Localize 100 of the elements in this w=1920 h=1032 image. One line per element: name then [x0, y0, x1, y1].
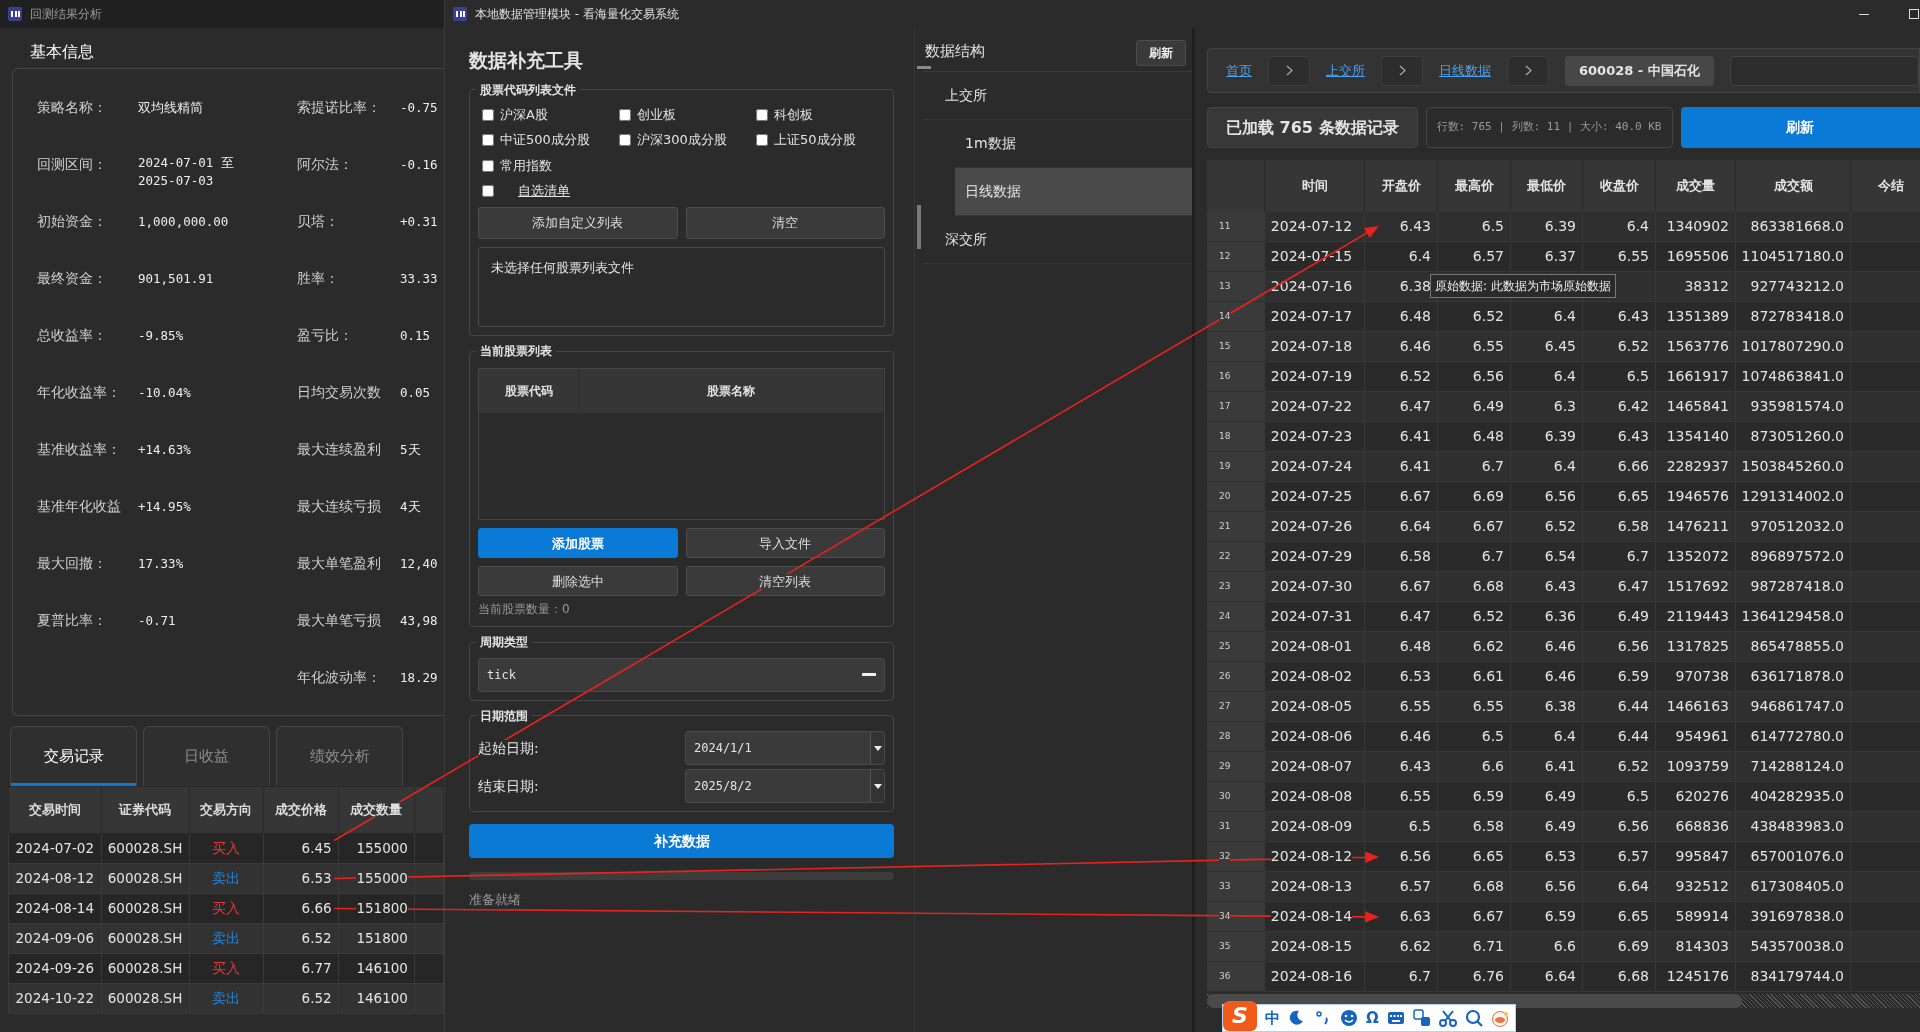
breadcrumb-link[interactable]: 上交所 [1326, 60, 1365, 81]
refresh-button[interactable]: 刷新 [1136, 40, 1186, 66]
button[interactable]: 清空列表 [685, 566, 885, 597]
table-cell: 6.64 [1365, 512, 1438, 542]
translate-icon[interactable] [1412, 1009, 1431, 1027]
scissors-icon[interactable] [1438, 1009, 1457, 1027]
table-cell: 6.63 [1365, 902, 1438, 932]
info-value: 0.05 [400, 385, 431, 400]
table-cell: 151800 [338, 893, 415, 924]
table-cell: 935981574.0 [1736, 392, 1851, 422]
table-cell: 2024-08-05 [1265, 692, 1365, 722]
table-cell: 6.6 [1438, 752, 1511, 782]
table-cell: 2024-07-26 [1265, 512, 1365, 542]
refresh-button[interactable]: 刷新 [1680, 107, 1920, 148]
table-cell: 146100 [338, 953, 415, 984]
info-value: 双均线精简 [138, 99, 204, 117]
checkbox[interactable] [756, 134, 768, 147]
table-cell: 6.5 [1365, 812, 1438, 842]
table-cell: 2282937 [1656, 452, 1736, 482]
checkbox[interactable] [482, 108, 494, 121]
column-header: 证券代码 [101, 786, 189, 834]
mascot-icon[interactable] [1490, 1009, 1509, 1027]
date-field[interactable]: 2024/1/1 [685, 731, 885, 766]
keyboard-icon[interactable] [1386, 1009, 1405, 1027]
breadcrumb-link[interactable]: 日线数据 [1439, 60, 1491, 81]
column-header: 成交额 [1736, 160, 1851, 212]
table-cell: 6.49 [1511, 812, 1583, 842]
info-label: 盈亏比： [297, 327, 353, 343]
button[interactable]: 删除选中 [478, 566, 678, 597]
moon-icon[interactable] [1288, 1009, 1306, 1027]
checkbox-label: 中证500成分股 [500, 131, 590, 150]
info-label: 年化波动率： [297, 669, 381, 685]
table-cell: 6.62 [1365, 932, 1438, 962]
checkbox[interactable] [619, 108, 631, 121]
row-header: 28 [1207, 722, 1265, 752]
table-cell: 6.66 [263, 893, 339, 924]
button[interactable]: 导入文件 [685, 528, 885, 559]
info-label: 阿尔法： [297, 156, 353, 172]
table-cell: 6.59 [1511, 902, 1583, 932]
tree-item[interactable]: 日线数据 [955, 168, 1192, 216]
table-cell: 543570038.0 [1736, 932, 1851, 962]
table-cell: 6.38 [1511, 692, 1583, 722]
table-cell: 6.6 [1511, 932, 1583, 962]
tab[interactable]: 绩效分析 [276, 726, 403, 786]
checkbox[interactable] [619, 134, 631, 147]
table-cell: 6.52 [1438, 602, 1511, 632]
table-cell: 6.39 [1511, 212, 1583, 242]
table-cell: 863381668.0 [1736, 212, 1851, 242]
table-cell: 卖出 [189, 863, 264, 894]
table-cell: 6.55 [1365, 692, 1438, 722]
chevron-right-icon [1398, 65, 1406, 76]
checkbox[interactable] [482, 185, 494, 198]
table-cell: 438483983.0 [1736, 812, 1851, 842]
table-cell: 6.65 [1583, 482, 1656, 512]
ime-button[interactable]: Ω [1366, 1006, 1379, 1030]
row-header: 33 [1207, 872, 1265, 902]
link[interactable]: 自选清单 [518, 181, 570, 201]
table-cell: 1465841 [1656, 392, 1736, 422]
maximize-icon[interactable] [1908, 8, 1920, 20]
tree-item[interactable]: 上交所 [923, 72, 1192, 120]
tab[interactable]: 交易记录 [10, 726, 137, 786]
table-cell: 6.56 [1583, 632, 1656, 662]
breadcrumb-current: 600028 - 中国石化 [1565, 55, 1714, 86]
breadcrumb-link[interactable]: 首页 [1226, 60, 1252, 81]
smiley-icon[interactable] [1340, 1009, 1358, 1027]
scrollbar-thumb[interactable] [917, 205, 921, 249]
tab[interactable]: 日收益 [143, 726, 270, 786]
tree-item[interactable]: 深交所 [923, 216, 1192, 264]
checkbox[interactable] [482, 159, 494, 172]
table-cell: 6.68 [1438, 572, 1511, 602]
table-cell: 2024-08-02 [1265, 662, 1365, 692]
date-field[interactable]: 2025/8/2 [685, 769, 885, 804]
table-cell: 2024-08-12 [1265, 842, 1365, 872]
button[interactable]: 添加股票 [478, 528, 678, 559]
info-value: 33.33 [400, 271, 438, 286]
checkbox[interactable] [482, 134, 494, 147]
row-header: 24 [1207, 602, 1265, 632]
table-cell: 6.44 [1583, 722, 1656, 752]
period-select[interactable]: tick [478, 657, 885, 692]
table-cell: 2024-07-17 [1265, 302, 1365, 332]
row-header: 26 [1207, 662, 1265, 692]
table-cell: 6.76 [1438, 962, 1511, 992]
search-icon[interactable] [1464, 1009, 1483, 1027]
button[interactable]: 清空 [685, 206, 885, 239]
table-cell: 6.56 [1438, 362, 1511, 392]
table-cell: 946861747.0 [1736, 692, 1851, 722]
table-cell: 6.55 [1438, 332, 1511, 362]
window-title: 本地数据管理模块 - 看海量化交易系统 [475, 6, 680, 23]
table-cell: 6.7 [1583, 542, 1656, 572]
table-cell: 6.3 [1511, 392, 1583, 422]
scrollbar-thumb[interactable] [917, 66, 931, 69]
checkbox[interactable] [756, 108, 768, 121]
info-value: -0.71 [138, 612, 177, 630]
run-button[interactable]: 补充数据 [469, 824, 894, 859]
ime-button[interactable]: 中 [1265, 1006, 1280, 1030]
row-header: 18 [1207, 422, 1265, 452]
table-cell: 657001076.0 [1736, 842, 1851, 872]
checkbox-label: 沪深A股 [500, 105, 548, 124]
button[interactable]: 添加自定义列表 [478, 206, 678, 239]
table-cell: 2024-07-12 [1265, 212, 1365, 242]
